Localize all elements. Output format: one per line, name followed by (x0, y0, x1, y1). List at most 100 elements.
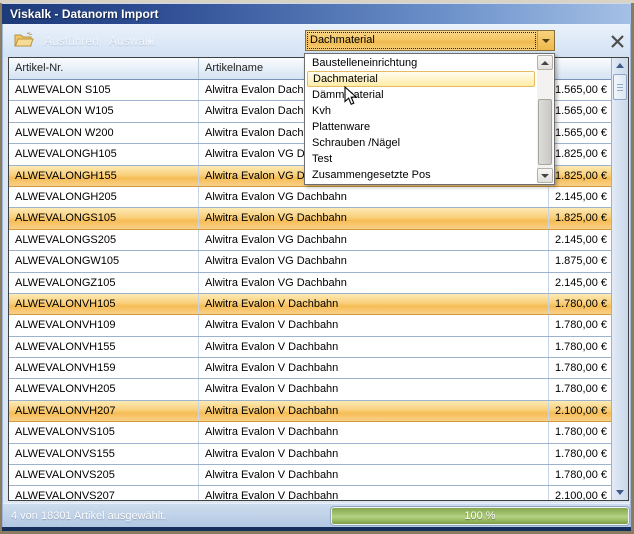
category-combobox[interactable]: Dachmaterial (305, 30, 555, 51)
article-name-cell: Alwitra Evalon V Dachbahn (199, 401, 549, 421)
dropdown-item[interactable]: Schrauben /Nägel (306, 135, 536, 151)
price-cell: 1.780,00 € (549, 379, 611, 399)
article-number-cell: ALWEVALONVS105 (9, 422, 199, 442)
chevron-down-icon (146, 40, 154, 44)
table-row[interactable]: ALWEVALONVS207Alwitra Evalon V Dachbahn2… (9, 486, 611, 500)
table-row[interactable]: ALWEVALONGW105Alwitra Evalon VG Dachbahn… (9, 251, 611, 272)
scrollbar-thumb[interactable] (538, 99, 552, 165)
dropdown-scrollbar[interactable] (537, 55, 553, 183)
article-number-cell: ALWEVALONGH155 (9, 166, 199, 186)
table-row[interactable]: ALWEVALONVH109Alwitra Evalon V Dachbahn1… (9, 315, 611, 336)
price-cell: 2.100,00 € (549, 486, 611, 500)
article-number-cell: ALWEVALON W105 (9, 101, 199, 121)
article-name-cell: Alwitra Evalon VG Dachbahn (199, 273, 549, 293)
table-row[interactable]: ALWEVALONGZ105Alwitra Evalon VG Dachbahn… (9, 273, 611, 294)
dropdown-item[interactable]: Test (306, 151, 536, 167)
titlebar[interactable]: Viskalk - Datanorm Import (2, 3, 631, 24)
article-number-cell: ALWEVALONVH155 (9, 337, 199, 357)
article-number-cell: ALWEVALONGS105 (9, 208, 199, 228)
arrow-up-icon (541, 61, 549, 65)
dropdown-item[interactable]: Plattenware (306, 119, 536, 135)
article-name-cell: Alwitra Evalon V Dachbahn (199, 422, 549, 442)
progress-bar: 100 % (331, 507, 629, 525)
combobox-dropdown-button[interactable] (537, 31, 554, 50)
table-row[interactable]: ALWEVALONGH205Alwitra Evalon VG Dachbahn… (9, 187, 611, 208)
scrollbar-thumb[interactable] (613, 74, 627, 100)
price-cell: 1.565,00 € (549, 80, 611, 100)
article-number-cell: ALWEVALONVH105 (9, 294, 199, 314)
article-number-cell: ALWEVALONGS205 (9, 230, 199, 250)
close-x-icon (610, 34, 625, 49)
price-cell: 2.145,00 € (549, 273, 611, 293)
article-name-cell: Alwitra Evalon V Dachbahn (199, 337, 549, 357)
dropdown-items: BaustelleneinrichtungDachmaterialDämmmat… (306, 55, 536, 183)
table-row[interactable]: ALWEVALONGS105Alwitra Evalon VG Dachbahn… (9, 208, 611, 229)
article-number-cell: ALWEVALON W200 (9, 123, 199, 143)
price-cell: 1.780,00 € (549, 465, 611, 485)
table-scrollbar[interactable] (611, 58, 628, 500)
mouse-cursor-icon (344, 86, 358, 106)
window-bottom-frame (2, 527, 631, 531)
dropdown-item[interactable]: Zusammengesetzte Pos (306, 167, 536, 183)
article-number-cell: ALWEVALONGZ105 (9, 273, 199, 293)
dropdown-item[interactable]: Kvh (306, 103, 536, 119)
table-row[interactable]: ALWEVALONVH155Alwitra Evalon V Dachbahn1… (9, 337, 611, 358)
table-row[interactable]: ALWEVALONVH205Alwitra Evalon V Dachbahn1… (9, 379, 611, 400)
table-row[interactable]: ALWEVALONVS155Alwitra Evalon V Dachbahn1… (9, 444, 611, 465)
article-number-cell: ALWEVALONVS155 (9, 444, 199, 464)
article-number-cell: ALWEVALONVH205 (9, 379, 199, 399)
table-row[interactable]: ALWEVALONVS205Alwitra Evalon V Dachbahn1… (9, 465, 611, 486)
status-bar: 4 von 18301 Artikel ausgewählt. 100 % (3, 503, 630, 527)
dropdown-item[interactable]: Dämmmaterial (306, 87, 536, 103)
price-cell: 1.875,00 € (549, 251, 611, 271)
article-name-cell: Alwitra Evalon VG Dachbahn (199, 230, 549, 250)
window-title: Viskalk - Datanorm Import (10, 7, 159, 21)
column-header-artikel-nr[interactable]: Artikel-Nr. (9, 58, 199, 79)
price-cell: 1.825,00 € (549, 208, 611, 228)
price-cell: 2.145,00 € (549, 230, 611, 250)
price-cell: 1.780,00 € (549, 294, 611, 314)
table-row[interactable]: ALWEVALONVS105Alwitra Evalon V Dachbahn1… (9, 422, 611, 443)
article-number-cell: ALWEVALONGH105 (9, 144, 199, 164)
price-cell: 1.780,00 € (549, 422, 611, 442)
article-name-cell: Alwitra Evalon VG Dachbahn (199, 208, 549, 228)
price-cell: 2.100,00 € (549, 401, 611, 421)
article-name-cell: Alwitra Evalon V Dachbahn (199, 379, 549, 399)
open-folder-icon[interactable] (14, 32, 34, 48)
app-screen: Viskalk - Datanorm Import Ausführen Ausw… (0, 0, 634, 534)
scroll-down-button[interactable] (537, 168, 553, 183)
price-cell: 1.780,00 € (549, 315, 611, 335)
article-name-cell: Alwitra Evalon V Dachbahn (199, 315, 549, 335)
article-name-cell: Alwitra Evalon V Dachbahn (199, 444, 549, 464)
combobox-value[interactable]: Dachmaterial (306, 31, 537, 50)
price-cell: 2.145,00 € (549, 187, 611, 207)
arrow-up-icon[interactable] (616, 63, 624, 68)
article-name-cell: Alwitra Evalon V Dachbahn (199, 486, 549, 500)
article-name-cell: Alwitra Evalon V Dachbahn (199, 294, 549, 314)
arrow-down-icon[interactable] (616, 490, 624, 495)
close-button[interactable] (605, 29, 629, 53)
chevron-down-icon (542, 39, 550, 43)
price-cell: 1.780,00 € (549, 444, 611, 464)
article-number-cell: ALWEVALON S105 (9, 80, 199, 100)
client-area: Ausführen Auswahl Dachmaterial Baustelle… (2, 24, 631, 527)
scroll-up-button[interactable] (537, 55, 553, 70)
table-row[interactable]: ALWEVALONGS205Alwitra Evalon VG Dachbahn… (9, 230, 611, 251)
dropdown-item[interactable]: Dachmaterial (307, 71, 535, 87)
article-number-cell: ALWEVALONVS207 (9, 486, 199, 500)
selection-status-text: 4 von 18301 Artikel ausgewählt. (11, 504, 166, 528)
article-number-cell: ALWEVALONGW105 (9, 251, 199, 271)
article-number-cell: ALWEVALONVH207 (9, 401, 199, 421)
run-button[interactable]: Ausführen (44, 24, 99, 57)
dropdown-item[interactable]: Baustelleneinrichtung (306, 55, 536, 71)
price-cell: 1.565,00 € (549, 101, 611, 121)
article-name-cell: Alwitra Evalon VG Dachbahn (199, 187, 549, 207)
table-row[interactable]: ALWEVALONVH159Alwitra Evalon V Dachbahn1… (9, 358, 611, 379)
article-name-cell: Alwitra Evalon V Dachbahn (199, 358, 549, 378)
article-name-cell: Alwitra Evalon VG Dachbahn (199, 251, 549, 271)
table-row[interactable]: ALWEVALONVH207Alwitra Evalon V Dachbahn2… (9, 401, 611, 422)
table-row[interactable]: ALWEVALONVH105Alwitra Evalon V Dachbahn1… (9, 294, 611, 315)
price-cell: 1.825,00 € (549, 166, 611, 186)
article-number-cell: ALWEVALONGH205 (9, 187, 199, 207)
column-header-price[interactable] (549, 58, 611, 79)
